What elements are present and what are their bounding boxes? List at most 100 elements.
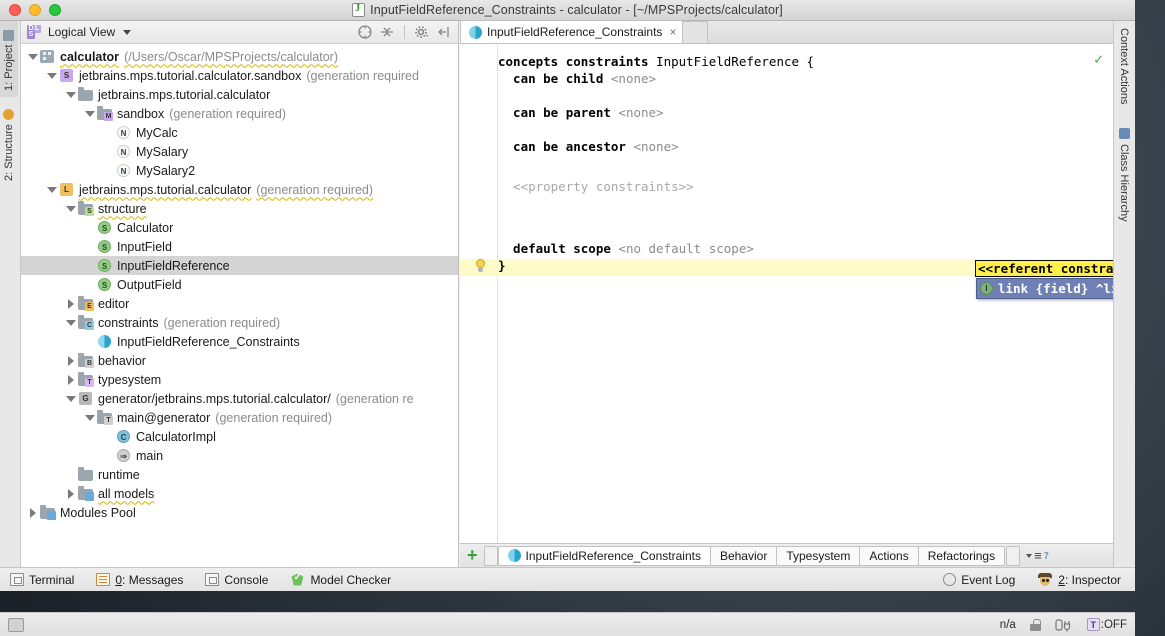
editor-tab[interactable]: InputFieldReference_Constraints × [460, 20, 683, 43]
tree-row-label: constraints [98, 316, 158, 330]
chevron-right-icon[interactable] [65, 484, 77, 503]
code-line[interactable]: can be ancestor <none> [498, 138, 679, 155]
tree-row[interactable]: NMySalary [21, 142, 458, 161]
tree-row[interactable]: CCalculatorImpl [21, 427, 458, 446]
tree-row-label: CalculatorImpl [136, 430, 216, 444]
tool-button-messages[interactable]: 0: Messages [96, 573, 183, 587]
bottom-tab-stub-right[interactable] [1006, 546, 1020, 566]
tool-button-event-log[interactable]: Event Log [943, 573, 1015, 587]
tree-row[interactable]: Msandbox(generation required) [21, 104, 458, 123]
tree-row[interactable]: all models [21, 484, 458, 503]
tree-row[interactable]: Modules Pool [21, 503, 458, 522]
tree-row[interactable]: ⇒main [21, 446, 458, 465]
bottom-tabs-overflow[interactable]: ≡ 7 [1026, 548, 1049, 563]
tree-row[interactable]: Eeditor [21, 294, 458, 313]
code-line[interactable]: concepts constraints InputFieldReference… [498, 53, 814, 70]
chevron-down-icon[interactable] [65, 199, 77, 218]
tree-twisty-spacer [103, 123, 115, 142]
plug-icon[interactable] [1055, 618, 1073, 632]
chevron-right-icon[interactable] [65, 351, 77, 370]
bottom-tab-stub-left[interactable] [484, 546, 498, 566]
power-save-indicator[interactable]: T :OFF [1087, 618, 1127, 631]
event-log-icon [943, 573, 956, 586]
add-aspect-button[interactable]: + [464, 546, 484, 566]
scroll-from-source-icon[interactable] [357, 24, 373, 40]
window-title-text: InputFieldReference_Constraints - calcul… [370, 3, 783, 17]
code-line[interactable]: can be parent <none> [498, 104, 664, 121]
tree-row[interactable]: SOutputField [21, 275, 458, 294]
chevron-down-icon[interactable] [84, 408, 96, 427]
editor-tab-stub[interactable] [682, 21, 708, 43]
tree-row[interactable]: Ljetbrains.mps.tutorial.calculator(gener… [21, 180, 458, 199]
referent-constraints-cell[interactable]: <<referent constraints>> [975, 260, 1113, 277]
chevron-down-icon[interactable] [123, 30, 131, 35]
application-window: InputFieldReference_Constraints - calcul… [0, 0, 1165, 636]
code-line[interactable]: default scope <no default scope> [498, 240, 754, 257]
code-line[interactable]: <<property constraints>> [498, 178, 694, 195]
code-editor[interactable]: ✓ concepts constraints InputFieldReferen… [460, 44, 1113, 543]
tree-row[interactable]: InputFieldReference_Constraints [21, 332, 458, 351]
minimize-window-button[interactable] [29, 4, 41, 16]
intention-bulb-icon[interactable] [474, 259, 487, 274]
tree-row[interactable]: NMyCalc [21, 123, 458, 142]
editor-bottom-tab-label: Refactorings [928, 549, 995, 563]
tree-row[interactable]: Sjetbrains.mps.tutorial.calculator.sandb… [21, 66, 458, 85]
editor-bottom-tab[interactable]: Typesystem [776, 546, 860, 566]
background-tasks-icon[interactable] [8, 618, 24, 632]
sidebar-item-structure[interactable]: 2: Structure [0, 97, 18, 187]
editor-bottom-tab[interactable]: Refactorings [918, 546, 1005, 566]
maximize-window-button[interactable] [49, 4, 61, 16]
code-line[interactable]: } [498, 257, 506, 274]
completion-popup[interactable]: l link {field} ^linkDeclaration (j.m.t.c… [976, 278, 1113, 299]
window-body: 1: Project 2: Structure DLS Logical View [0, 21, 1135, 591]
tree-row[interactable]: Bbehavior [21, 351, 458, 370]
project-tree[interactable]: calculator(/Users/Oscar/MPSProjects/calc… [21, 44, 458, 567]
sidebar-item-project[interactable]: 1: Project [0, 21, 18, 97]
chevron-down-icon[interactable] [46, 180, 58, 199]
editor-bottom-tab[interactable]: Actions [859, 546, 918, 566]
right-tool-strip: Context Actions Class Hierarchy [1113, 21, 1135, 567]
window-controls[interactable] [0, 4, 61, 16]
tree-row[interactable]: Tmain@generator(generation required) [21, 408, 458, 427]
editor-gutter[interactable] [460, 44, 498, 543]
chevron-right-icon[interactable] [27, 503, 39, 522]
view-selector-label[interactable]: Logical View [48, 25, 115, 39]
tree-row[interactable]: jetbrains.mps.tutorial.calculator [21, 85, 458, 104]
chevron-down-icon[interactable] [46, 66, 58, 85]
tree-row[interactable]: SInputField [21, 237, 458, 256]
lock-icon[interactable] [1030, 619, 1041, 631]
settings-gear-icon[interactable] [414, 24, 430, 40]
tree-row[interactable]: Cconstraints(generation required) [21, 313, 458, 332]
constraints-node-icon [508, 549, 521, 562]
status-encoding[interactable]: n/a [1000, 619, 1016, 631]
tree-row[interactable]: runtime [21, 465, 458, 484]
chevron-right-icon[interactable] [65, 370, 77, 389]
sidebar-item-context-actions[interactable]: Context Actions [1114, 21, 1134, 121]
tool-button-inspector[interactable]: 2: Inspector [1037, 573, 1121, 587]
sidebar-item-class-hierarchy[interactable]: Class Hierarchy [1114, 121, 1134, 231]
tool-button-model-checker[interactable]: Model Checker [290, 573, 391, 587]
tree-row[interactable]: Sstructure [21, 199, 458, 218]
tree-row[interactable]: calculator(/Users/Oscar/MPSProjects/calc… [21, 47, 458, 66]
chevron-down-icon[interactable] [84, 104, 96, 123]
close-icon[interactable]: × [669, 25, 676, 39]
tree-row[interactable]: SCalculator [21, 218, 458, 237]
code-line[interactable]: can be child <none> [498, 70, 656, 87]
template-model-icon: T [96, 410, 113, 425]
tree-row[interactable]: Ggenerator/jetbrains.mps.tutorial.calcul… [21, 389, 458, 408]
close-window-button[interactable] [9, 4, 21, 16]
chevron-down-icon[interactable] [65, 85, 77, 104]
chevron-down-icon[interactable] [65, 313, 77, 332]
chevron-right-icon[interactable] [65, 294, 77, 313]
tree-row[interactable]: NMySalary2 [21, 161, 458, 180]
editor-bottom-tab[interactable]: InputFieldReference_Constraints [498, 546, 711, 566]
collapse-all-icon[interactable] [379, 24, 395, 40]
editor-bottom-tab[interactable]: Behavior [710, 546, 777, 566]
chevron-down-icon[interactable] [27, 47, 39, 66]
hide-panel-icon[interactable] [436, 24, 452, 40]
tool-button-terminal[interactable]: Terminal [10, 573, 74, 587]
tool-button-console[interactable]: Console [205, 573, 268, 587]
chevron-down-icon[interactable] [65, 389, 77, 408]
tree-row[interactable]: SInputFieldReference [21, 256, 458, 275]
tree-row[interactable]: Ttypesystem [21, 370, 458, 389]
